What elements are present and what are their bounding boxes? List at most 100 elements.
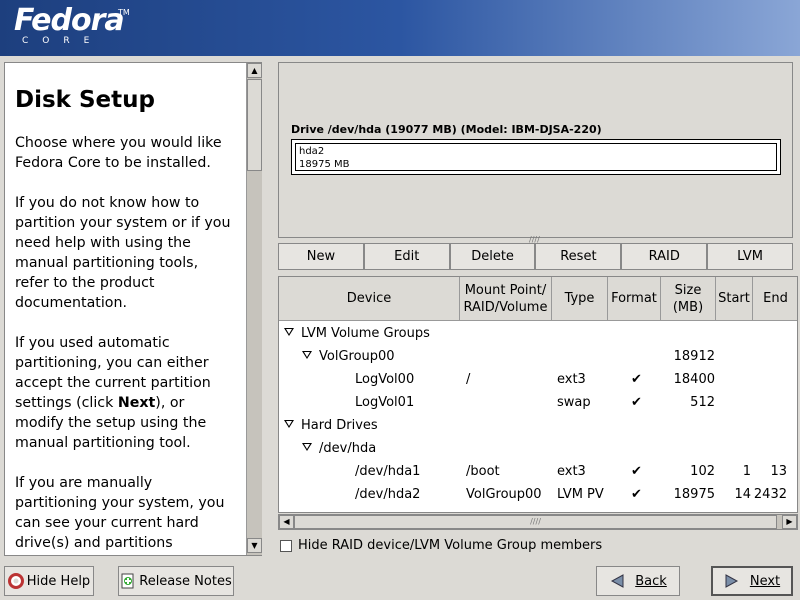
type-cell: ext3 xyxy=(557,464,586,479)
expander-icon[interactable] xyxy=(302,351,313,360)
type-cell: swap xyxy=(557,395,591,410)
table-row[interactable]: LogVol01 swap ✔ 512 xyxy=(279,391,797,414)
help-scrollbar[interactable]: ▲ ▼ xyxy=(246,63,262,555)
device-cell: /dev/hda xyxy=(319,441,377,456)
help-paragraph: If you are manually partitioning your sy… xyxy=(15,475,225,551)
expander-icon[interactable] xyxy=(284,328,295,337)
format-check-icon: ✔ xyxy=(631,464,642,479)
mount-cell: / xyxy=(466,372,471,387)
help-paragraph: If you do not know how to partition your… xyxy=(15,195,231,311)
help-title: Disk Setup xyxy=(15,87,155,113)
checkbox-box[interactable] xyxy=(280,539,292,552)
table-header: Device Mount Point/ RAID/Volume Type For… xyxy=(279,277,797,321)
column-header-start[interactable]: Start xyxy=(716,277,753,321)
help-content: Disk Setup Choose where you would like F… xyxy=(5,63,245,555)
expander-icon[interactable] xyxy=(284,420,295,429)
reset-label: Reset xyxy=(560,249,597,264)
release-notes-button[interactable]: Release Notes xyxy=(118,566,234,596)
format-check-icon: ✔ xyxy=(631,395,642,410)
type-cell: LVM PV xyxy=(557,487,604,502)
arrow-left-icon xyxy=(609,573,625,589)
mount-cell: VolGroup00 xyxy=(466,487,542,502)
help-scrollbar-thumb[interactable] xyxy=(247,79,262,171)
size-cell: 18975 xyxy=(673,487,715,502)
logo-trademark: TM xyxy=(118,8,130,17)
edit-button[interactable]: Edit xyxy=(363,243,450,270)
end-cell: 13 xyxy=(770,464,787,479)
column-header-end[interactable]: End xyxy=(753,277,797,321)
back-button[interactable]: Back xyxy=(596,566,680,596)
document-plus-icon xyxy=(120,573,136,589)
device-cell: LVM Volume Groups xyxy=(301,326,430,341)
size-cell: 512 xyxy=(690,395,715,410)
device-cell: /dev/hda1 xyxy=(355,464,421,479)
table-row[interactable]: /dev/hda1/boot ext3 ✔ 102 1 13 xyxy=(279,460,797,483)
fedora-logo: Fedora TM CORE xyxy=(14,3,130,47)
help-paragraph: If you used automatic partitioning, you … xyxy=(15,335,211,451)
scroll-up-icon[interactable]: ▲ xyxy=(247,63,262,78)
table-row[interactable]: LogVol00 / ext3 ✔ 18400 xyxy=(279,368,797,391)
partition-size: 18975 MB xyxy=(299,159,350,170)
delete-label: Delete xyxy=(471,249,514,264)
scroll-left-icon[interactable]: ◀ xyxy=(279,515,294,529)
lvm-button[interactable]: LVM xyxy=(707,243,793,270)
table-row[interactable]: LVM Volume Groups xyxy=(279,322,797,345)
raid-label: RAID xyxy=(648,249,680,264)
expander-icon[interactable] xyxy=(302,443,313,452)
hide-help-button[interactable]: Hide Help xyxy=(4,566,94,596)
partition-name: hda2 xyxy=(299,146,325,157)
scroll-right-icon[interactable]: ▶ xyxy=(782,515,797,529)
scroll-down-icon[interactable]: ▼ xyxy=(247,538,262,553)
partition-table: Device Mount Point/ RAID/Volume Type For… xyxy=(278,276,798,513)
table-row[interactable]: /dev/hda2 VolGroup00 LVM PV ✔ 18975 14 2432 xyxy=(279,483,797,506)
release-notes-label: Release Notes xyxy=(139,573,232,589)
device-cell: /dev/hda2 xyxy=(355,487,421,502)
end-cell: 2432 xyxy=(753,487,787,502)
table-scrollbar-thumb[interactable]: //// xyxy=(294,515,777,529)
column-header-mount[interactable]: Mount Point/ RAID/Volume xyxy=(460,277,552,321)
arrow-right-icon xyxy=(724,573,740,589)
new-label: New xyxy=(306,249,336,264)
raid-button[interactable]: RAID xyxy=(621,243,708,270)
format-check-icon: ✔ xyxy=(631,487,642,502)
drive-label: Drive /dev/hda (19077 MB) (Model: IBM-DJ… xyxy=(291,123,602,136)
column-header-format[interactable]: Format xyxy=(608,277,661,321)
next-button[interactable]: Next xyxy=(711,566,793,596)
size-cell: 18912 xyxy=(673,349,715,364)
table-row[interactable]: Hard Drives xyxy=(279,414,797,437)
drive-partition-hda2[interactable]: hda2 18975 MB xyxy=(295,143,777,171)
edit-label: Edit xyxy=(394,249,420,264)
mount-cell: /boot xyxy=(466,464,500,479)
next-label: Next xyxy=(749,573,781,589)
drive-bar: hda2 18975 MB xyxy=(291,139,781,175)
partition-actions: New Edit Delete Reset RAID LVM xyxy=(278,243,793,270)
header-banner: Fedora TM CORE xyxy=(0,0,800,56)
size-cell: 18400 xyxy=(673,372,715,387)
lifebuoy-icon xyxy=(7,573,24,589)
table-row[interactable]: VolGroup00 18912 xyxy=(279,345,797,368)
table-row[interactable]: /dev/hda xyxy=(279,437,797,460)
column-header-size[interactable]: Size (MB) xyxy=(661,277,716,321)
device-cell: LogVol01 xyxy=(355,395,415,410)
format-check-icon: ✔ xyxy=(631,372,642,387)
logo-wordmark: Fedora xyxy=(14,3,125,38)
new-button[interactable]: New xyxy=(278,243,364,270)
start-cell: 1 xyxy=(742,464,751,479)
help-next-emphasis: Next xyxy=(117,395,156,411)
drive-graphic-panel: Drive /dev/hda (19077 MB) (Model: IBM-DJ… xyxy=(278,62,793,244)
column-header-device[interactable]: Device xyxy=(279,277,460,321)
help-panel: Disk Setup Choose where you would like F… xyxy=(4,62,262,556)
column-header-type[interactable]: Type xyxy=(552,277,608,321)
table-horizontal-scrollbar[interactable]: ◀ //// ▶ xyxy=(278,514,798,530)
help-paragraph: Choose where you would like Fedora Core … xyxy=(15,135,222,171)
size-cell: 102 xyxy=(690,464,715,479)
hide-help-label: Hide Help xyxy=(26,573,91,589)
type-cell: ext3 xyxy=(557,372,586,387)
hide-raid-label: Hide RAID device/LVM Volume Group member… xyxy=(298,538,603,553)
hide-raid-lvm-checkbox[interactable]: Hide RAID device/LVM Volume Group member… xyxy=(280,538,602,553)
device-cell: VolGroup00 xyxy=(319,349,395,364)
reset-button[interactable]: Reset xyxy=(535,243,622,270)
delete-button[interactable]: Delete xyxy=(449,243,536,270)
start-cell: 14 xyxy=(734,487,751,502)
back-label: Back xyxy=(635,573,667,589)
